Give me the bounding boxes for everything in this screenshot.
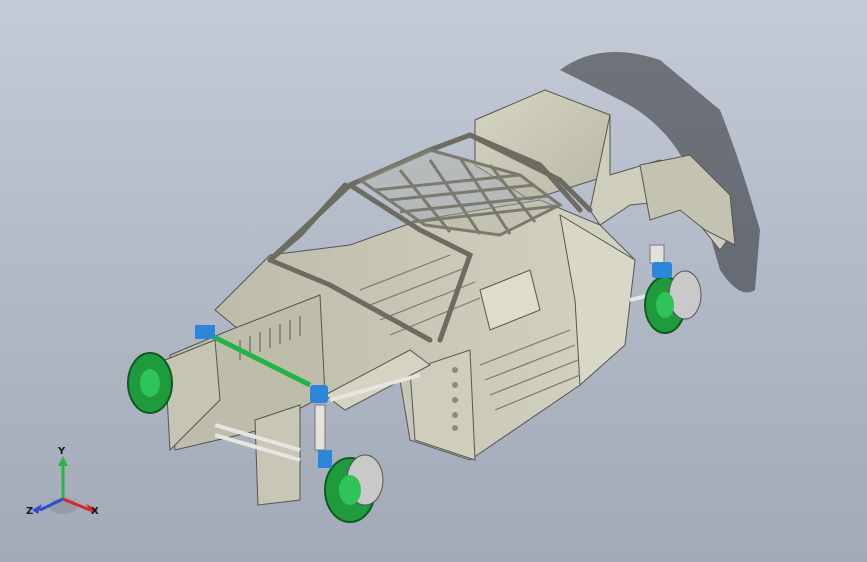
rear-right-wheel-hub[interactable] xyxy=(644,270,702,334)
z-axis-label: Z xyxy=(26,506,34,517)
view-orientation-triad[interactable]: Y X Z xyxy=(18,444,108,534)
rear-shock-absorber[interactable] xyxy=(649,244,672,278)
x-axis-label: X xyxy=(91,506,99,517)
cad-graphics-viewport[interactable]: Y X Z xyxy=(0,0,867,562)
front-right-wheel-hub[interactable] xyxy=(324,454,384,523)
y-axis-label: Y xyxy=(58,446,66,457)
vehicle-chassis-model[interactable] xyxy=(0,0,867,562)
triad-axes xyxy=(32,456,98,514)
